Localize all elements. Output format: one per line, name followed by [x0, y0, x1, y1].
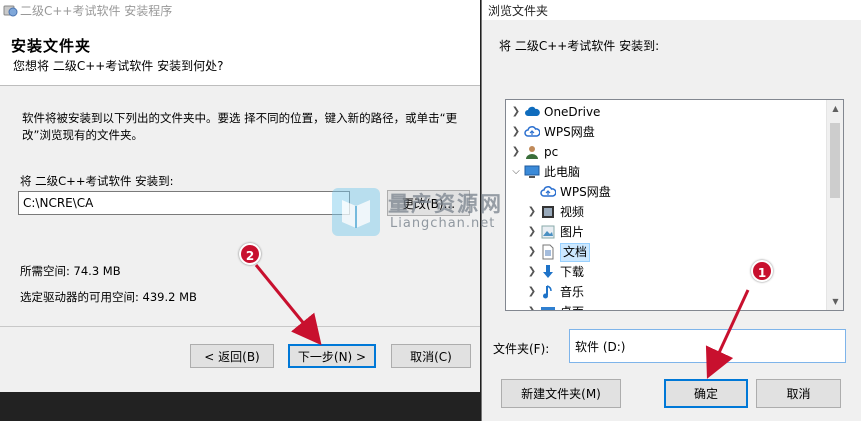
video-folder-icon [542, 206, 554, 218]
ok-button[interactable]: 确定 [664, 379, 748, 408]
documents-folder-icon [542, 244, 554, 260]
chevron-right-icon[interactable]: ❯ [526, 202, 538, 222]
dialog-titlebar: 浏览文件夹 [482, 0, 861, 20]
chevron-down-icon[interactable]: ⌵ [510, 162, 522, 182]
install-path-input[interactable] [18, 191, 350, 215]
tree-item-music[interactable]: ❯ 音乐 [526, 282, 816, 302]
taskbar-area [0, 392, 480, 421]
wps-cloud-icon [540, 186, 556, 197]
step-badge-1: 1 [751, 260, 773, 282]
folder-label: 文件夹(F): [493, 342, 550, 356]
pictures-folder-icon [541, 225, 555, 239]
cancel-button[interactable]: 取消(C) [391, 344, 471, 368]
back-button[interactable]: < 返回(B) [190, 344, 274, 368]
dialog-cancel-button[interactable]: 取消 [756, 379, 841, 408]
page-subtitle: 您想将 二级C++考试软件 安装到何处? [13, 59, 224, 73]
chevron-right-icon[interactable]: ❯ [510, 122, 522, 142]
space-required-text: 所需空间: 74.3 MB [20, 264, 121, 278]
installer-header: 安装文件夹 您想将 二级C++考试软件 安装到何处? [0, 20, 480, 86]
page-title: 安装文件夹 [11, 37, 92, 55]
download-icon [543, 265, 553, 278]
new-folder-button[interactable]: 新建文件夹(M) [501, 379, 621, 408]
installer-app-icon [3, 5, 18, 17]
change-folder-button[interactable]: 更改(B)... [387, 190, 470, 216]
folder-tree[interactable]: ❯ OneDrive ❯ WPS网盘 ❯ pc ⌵ 此电脑 WPS网盘 ❯ 视频… [505, 99, 844, 311]
scroll-up-arrow-icon[interactable]: ▲ [827, 100, 843, 117]
browse-folder-dialog: 浏览文件夹 将 二级C++考试软件 安装到: ❯ OneDrive ❯ WPS网… [481, 0, 861, 421]
tree-item-this-pc[interactable]: ⌵ 此电脑 [510, 162, 810, 182]
install-to-label: 将 二级C++考试软件 安装到: [20, 174, 174, 188]
tree-item-documents[interactable]: ❯ 文档 [526, 242, 816, 262]
tree-item-wps[interactable]: ❯ WPS网盘 [510, 122, 810, 142]
tree-item-pictures[interactable]: ❯ 图片 [526, 222, 816, 242]
chevron-right-icon[interactable]: ❯ [526, 302, 538, 310]
desktop-folder-icon [541, 307, 555, 310]
scroll-down-arrow-icon[interactable]: ▼ [827, 293, 843, 310]
chevron-right-icon[interactable]: ❯ [526, 222, 538, 242]
tree-item-desktop[interactable]: ❯ 桌面 [526, 302, 816, 310]
tree-item-videos[interactable]: ❯ 视频 [526, 202, 816, 222]
tree-item-onedrive[interactable]: ❯ OneDrive [510, 102, 810, 122]
space-available-text: 选定驱动器的可用空间: 439.2 MB [20, 290, 197, 304]
next-button[interactable]: 下一步(N) > [288, 344, 376, 368]
dialog-prompt: 将 二级C++考试软件 安装到: [499, 39, 660, 53]
chevron-right-icon[interactable]: ❯ [526, 242, 538, 262]
dialog-title: 浏览文件夹 [488, 4, 549, 18]
installer-title: 二级C++考试软件 安装程序 [20, 4, 173, 18]
tree-item-pc[interactable]: ❯ pc [510, 142, 810, 162]
wps-cloud-icon [524, 126, 540, 137]
cloud-icon [525, 106, 540, 116]
chevron-right-icon[interactable]: ❯ [526, 282, 538, 302]
chevron-right-icon[interactable]: ❯ [526, 262, 538, 282]
installer-window: 二级C++考试软件 安装程序 安装文件夹 您想将 二级C++考试软件 安装到何处… [0, 0, 480, 421]
chevron-right-icon[interactable]: ❯ [510, 102, 522, 122]
scrollbar-thumb[interactable] [830, 123, 840, 198]
chevron-right-icon[interactable]: ❯ [510, 142, 522, 162]
tree-item-wps-child[interactable]: WPS网盘 [526, 182, 816, 202]
user-icon [526, 146, 538, 159]
tree-scrollbar[interactable]: ▲ ▼ [826, 100, 843, 310]
music-icon [543, 285, 552, 299]
divider [0, 326, 480, 327]
install-description: 软件将被安装到以下列出的文件夹中。要选 择不同的位置，键入新的路径，或单击“更 … [22, 111, 458, 142]
step-badge-2: 2 [239, 243, 261, 265]
folder-input[interactable] [569, 329, 846, 363]
computer-icon [524, 165, 540, 178]
installer-titlebar: 二级C++考试软件 安装程序 [0, 0, 480, 20]
